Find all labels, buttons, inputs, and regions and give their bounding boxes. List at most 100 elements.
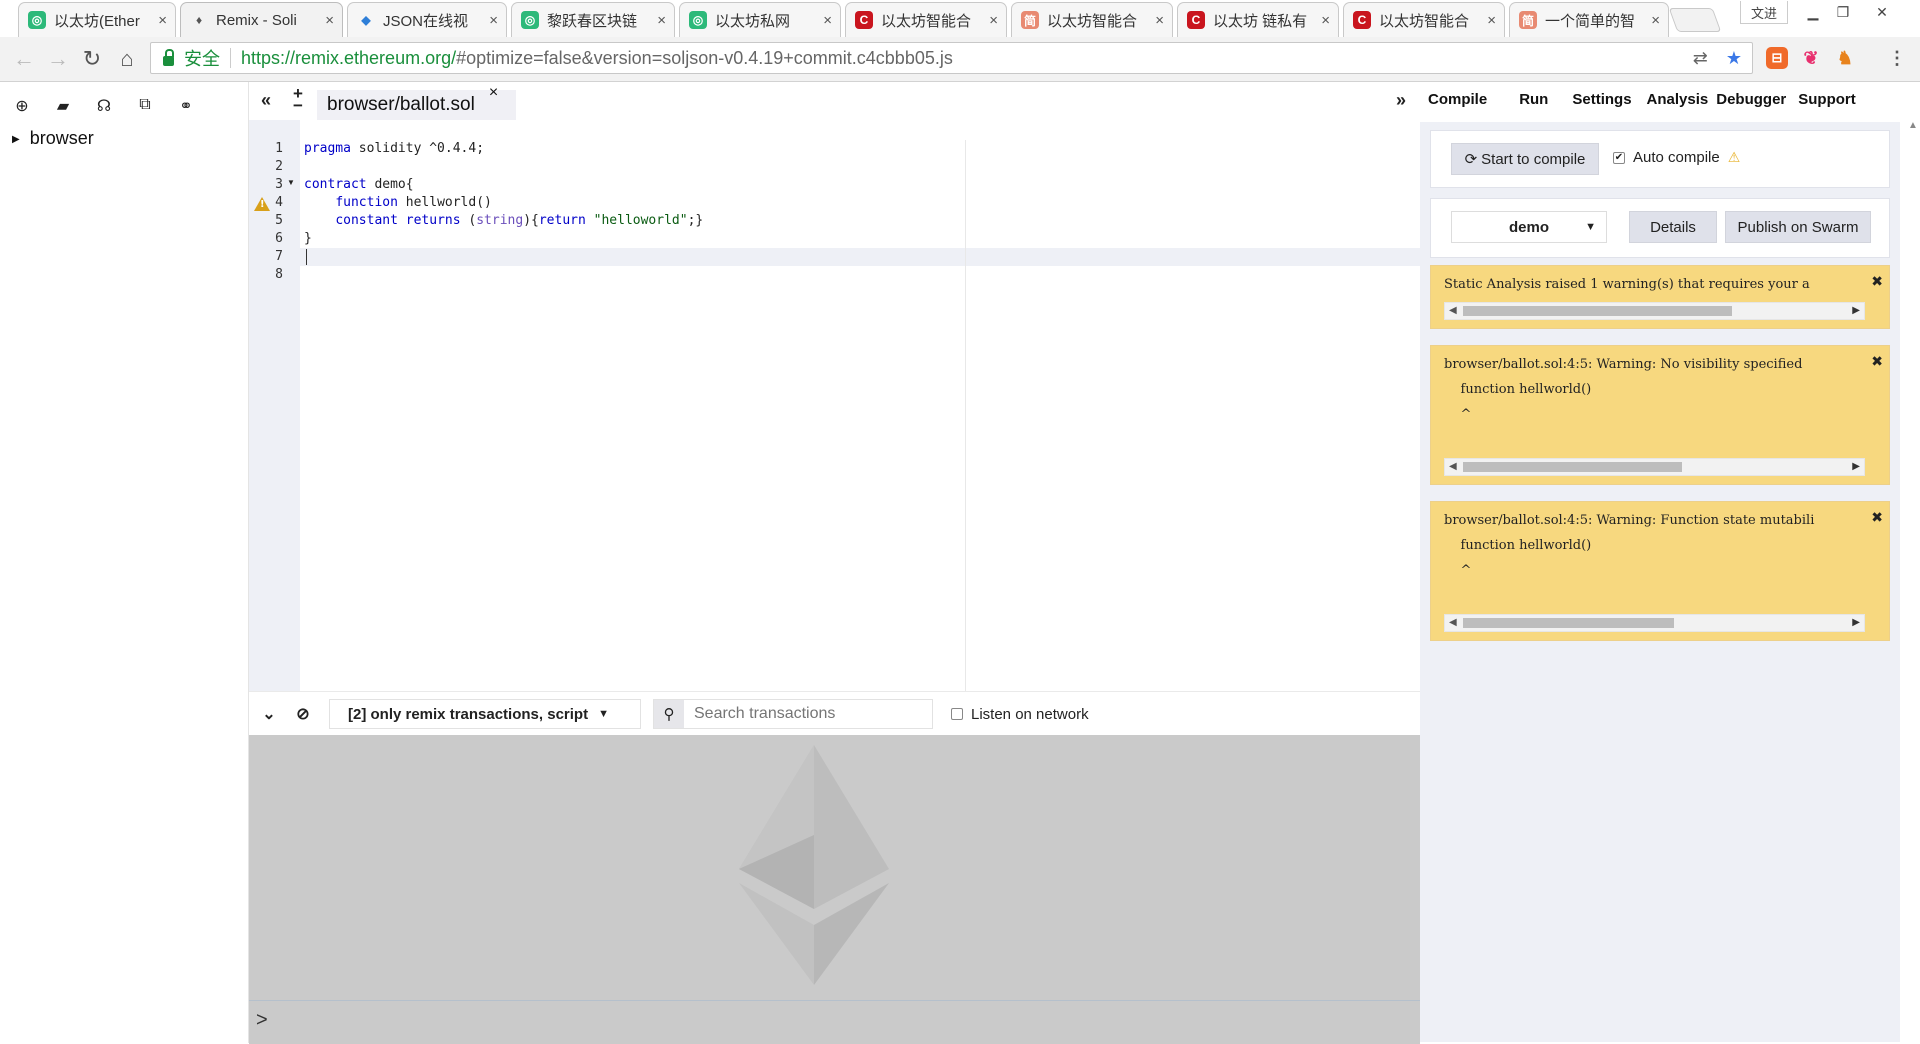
- clear-terminal-icon[interactable]: ⊘: [293, 704, 313, 724]
- tab-close-icon[interactable]: ×: [823, 12, 832, 29]
- tab-close-icon[interactable]: ×: [657, 12, 666, 29]
- file-tab-close-icon[interactable]: ×: [489, 84, 498, 102]
- browser-tab[interactable]: 简 以太坊智能合 ×: [1011, 2, 1173, 37]
- tab-close-icon[interactable]: ×: [1651, 12, 1660, 29]
- bookmark-star-icon[interactable]: ★: [1726, 48, 1742, 69]
- tab-debugger[interactable]: Debugger: [1716, 91, 1786, 108]
- publish-swarm-button[interactable]: Publish on Swarm: [1725, 211, 1871, 243]
- window-profile-label[interactable]: 文进: [1740, 1, 1788, 24]
- static-analysis-alert[interactable]: Static Analysis raised 1 warning(s) that…: [1430, 265, 1890, 329]
- scroll-right-icon[interactable]: ▶: [1852, 461, 1860, 472]
- browser-tab[interactable]: C 以太坊 链私有 ×: [1177, 2, 1339, 37]
- browser-tab[interactable]: ◎ 以太坊私网 ×: [679, 2, 841, 37]
- scroll-right-icon[interactable]: ▶: [1852, 305, 1860, 316]
- details-button[interactable]: Details: [1629, 211, 1717, 243]
- alert-scrollbar[interactable]: ◀ ▶: [1444, 302, 1865, 320]
- tree-item-browser[interactable]: ▶ browser: [12, 128, 94, 149]
- extension-icon[interactable]: ⊟: [1766, 47, 1788, 69]
- copy-icon[interactable]: ⧉: [135, 96, 155, 116]
- scroll-right-icon[interactable]: ▶: [1852, 617, 1860, 628]
- auto-compile-label: Auto compile: [1633, 149, 1720, 166]
- tab-support[interactable]: Support: [1798, 91, 1856, 108]
- browser-menu-icon[interactable]: ⋮: [1886, 47, 1908, 69]
- scroll-left-icon[interactable]: ◀: [1449, 305, 1457, 316]
- collapse-left-icon[interactable]: «: [261, 90, 271, 111]
- tab-close-icon[interactable]: ×: [158, 12, 167, 29]
- maximize-icon[interactable]: ❐: [1830, 1, 1856, 23]
- transaction-filter-select[interactable]: [2] only remix transactions, script ▼: [329, 699, 641, 729]
- omnibox-icons: ⇄ ★: [1693, 48, 1742, 69]
- address-bar[interactable]: 安全 https://remix.ethereum.org/ #optimize…: [150, 42, 1753, 74]
- link-icon[interactable]: ⚭: [176, 96, 196, 116]
- forward-icon[interactable]: →: [44, 45, 72, 73]
- right-panel-scrollbar[interactable]: ▲: [1904, 120, 1920, 1043]
- contract-select[interactable]: demo ▼: [1451, 211, 1607, 243]
- listen-on-network-toggle[interactable]: Listen on network: [951, 706, 1089, 723]
- warning-alert[interactable]: browser/ballot.sol:4:5: Warning: No visi…: [1430, 345, 1890, 485]
- terminal-input[interactable]: >: [249, 1000, 1420, 1044]
- remix-favicon-icon: ♦: [195, 13, 203, 27]
- minimize-icon[interactable]: ▁: [1800, 1, 1826, 23]
- extension-feather-icon[interactable]: ❦: [1800, 47, 1822, 69]
- browser-tab[interactable]: ◎ 黎跃春区块链 ×: [511, 2, 675, 37]
- tab-close-icon[interactable]: ×: [1155, 12, 1164, 29]
- browser-tab-active[interactable]: ♦ Remix - Soli ×: [180, 2, 343, 37]
- github-icon[interactable]: ☊: [94, 96, 114, 116]
- code-editor[interactable]: 1 2 3 ▼ 4 5 6 7 8 pragma solidity ^0.4.4…: [249, 120, 1420, 691]
- browser-tab[interactable]: ◎ 以太坊(Ether ×: [18, 2, 176, 37]
- auto-compile-toggle[interactable]: ✔ Auto compile ⚠: [1613, 149, 1740, 166]
- text-cursor: [306, 249, 307, 265]
- warning-alert[interactable]: browser/ballot.sol:4:5: Warning: Functio…: [1430, 501, 1890, 641]
- search-transactions-input[interactable]: [684, 704, 926, 724]
- browser-tab[interactable]: 简 一个简单的智 ×: [1509, 2, 1669, 37]
- auto-compile-checkbox[interactable]: ✔: [1613, 151, 1625, 164]
- home-icon[interactable]: ⌂: [113, 45, 141, 73]
- scroll-thumb[interactable]: [1463, 618, 1674, 628]
- listen-checkbox[interactable]: [951, 708, 963, 720]
- tab-close-icon[interactable]: ×: [989, 12, 998, 29]
- tab-analysis[interactable]: Analysis: [1647, 91, 1709, 108]
- metamask-fox-icon[interactable]: ♞: [1834, 47, 1856, 69]
- create-file-icon[interactable]: ⊕: [12, 96, 32, 116]
- alert-scrollbar[interactable]: ◀ ▶: [1444, 458, 1865, 476]
- terminal-output[interactable]: [249, 735, 1420, 1000]
- translate-icon[interactable]: ⇄: [1693, 48, 1708, 69]
- tab-close-icon[interactable]: ×: [1321, 12, 1330, 29]
- tab-close-icon[interactable]: ×: [1487, 12, 1496, 29]
- browser-tab[interactable]: ◆ JSON在线视 ×: [347, 2, 507, 37]
- search-transactions-box[interactable]: ⚲: [653, 699, 933, 729]
- start-compile-label: Start to compile: [1481, 150, 1586, 168]
- tab-compile[interactable]: Compile: [1428, 91, 1487, 108]
- new-tab-button[interactable]: [1668, 8, 1722, 32]
- browser-tab[interactable]: C 以太坊智能合 ×: [845, 2, 1007, 37]
- scroll-thumb[interactable]: [1463, 306, 1732, 316]
- toggle-terminal-icon[interactable]: ⌄: [259, 704, 279, 724]
- tab-close-icon[interactable]: ×: [489, 12, 498, 29]
- tab-settings[interactable]: Settings: [1572, 91, 1631, 108]
- tab-close-icon[interactable]: ×: [325, 12, 334, 29]
- scroll-left-icon[interactable]: ◀: [1449, 617, 1457, 628]
- fold-arrow-icon[interactable]: ▼: [287, 178, 295, 187]
- search-icon: ⚲: [654, 700, 684, 728]
- open-folder-icon[interactable]: ▰: [53, 96, 73, 116]
- start-compile-button[interactable]: ⟳ Start to compile: [1451, 143, 1599, 175]
- scroll-left-icon[interactable]: ◀: [1449, 461, 1457, 472]
- scroll-thumb[interactable]: [1463, 462, 1682, 472]
- close-window-icon[interactable]: ✕: [1860, 1, 1904, 23]
- tab-run[interactable]: Run: [1519, 91, 1548, 108]
- scroll-up-icon[interactable]: ▲: [1908, 120, 1918, 131]
- close-alert-icon[interactable]: ✖: [1871, 354, 1883, 370]
- browser-tab[interactable]: C 以太坊智能合 ×: [1343, 2, 1505, 37]
- alert-scrollbar[interactable]: ◀ ▶: [1444, 614, 1865, 632]
- increase-font-icon[interactable]: + −: [293, 85, 303, 114]
- collapse-right-icon[interactable]: »: [1396, 90, 1406, 111]
- file-tab-active[interactable]: browser/ballot.sol ×: [317, 84, 517, 120]
- close-alert-icon[interactable]: ✖: [1871, 274, 1883, 290]
- back-icon[interactable]: ←: [10, 45, 38, 73]
- tab-title: 以太坊私网: [715, 12, 791, 30]
- caret-right-icon[interactable]: ▶: [12, 134, 20, 145]
- details-label: Details: [1650, 218, 1696, 236]
- reload-icon[interactable]: ↻: [78, 45, 106, 73]
- code-content[interactable]: pragma solidity ^0.4.4; contract demo{ f…: [300, 120, 1420, 691]
- close-alert-icon[interactable]: ✖: [1871, 510, 1883, 526]
